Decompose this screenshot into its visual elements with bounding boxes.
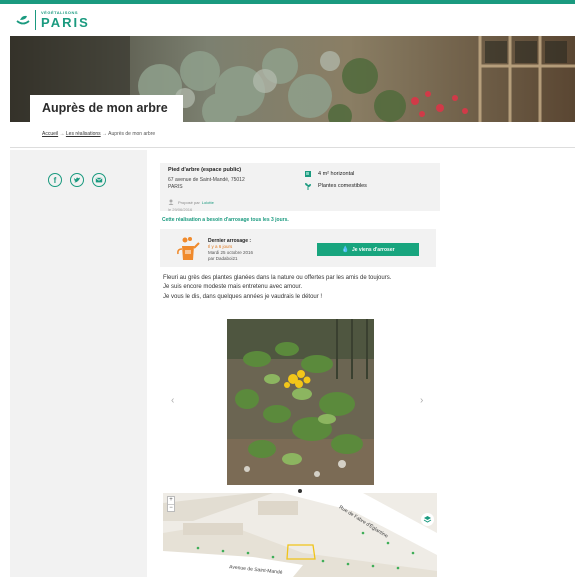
map-zoom-out-button[interactable]: − bbox=[168, 504, 174, 511]
last-watering-info: Dernier arrosage : Il y a 6 jours Mardi … bbox=[208, 238, 253, 261]
svg-text:f: f bbox=[54, 176, 57, 184]
realisation-address: 67 avenue de Saint-Mandé, 75012 PARIS bbox=[168, 177, 298, 190]
email-share-button[interactable] bbox=[92, 173, 106, 187]
site-header: VÉGÉTALISONS PARIS bbox=[0, 4, 575, 36]
user-icon bbox=[168, 199, 174, 205]
breadcrumb-separator: → bbox=[102, 131, 108, 137]
last-watering-by: par Dadaboi21 bbox=[208, 255, 238, 261]
carousel-prev-button[interactable]: ‹ bbox=[171, 395, 174, 406]
map-zoom-in-button[interactable]: + bbox=[168, 497, 174, 504]
proposed-by-user-link[interactable]: Lolotte bbox=[202, 200, 214, 205]
logo-separator bbox=[35, 10, 36, 30]
address-line-2: PARIS bbox=[168, 183, 183, 190]
map-zoom-control: + − bbox=[167, 496, 175, 512]
left-sidebar bbox=[10, 150, 147, 577]
proposed-by-label: Proposé par bbox=[178, 199, 200, 205]
breadcrumb-home-link[interactable]: Accueil bbox=[42, 131, 58, 137]
carousel-next-button[interactable]: › bbox=[420, 395, 423, 406]
logo-line2: PARIS bbox=[41, 15, 90, 30]
map-layers-button[interactable] bbox=[421, 513, 434, 526]
facebook-icon: f bbox=[54, 176, 57, 184]
surface-feature: 4 m² horizontal bbox=[304, 168, 367, 180]
realisation-photo bbox=[227, 319, 374, 485]
last-watering-date: Mardi 25 octobre 2016 bbox=[208, 249, 254, 255]
proposed-date: le 29/06/2016 bbox=[168, 207, 193, 212]
description-paragraph: Fleuri au grès des plantes glanées dans … bbox=[163, 275, 392, 281]
realisation-info-card: Pied d'arbre (espace public) 67 avenue d… bbox=[160, 163, 440, 212]
facebook-share-button[interactable]: f bbox=[48, 173, 62, 187]
breadcrumb-separator: → bbox=[59, 131, 65, 137]
site-logo[interactable]: VÉGÉTALISONS PARIS bbox=[16, 10, 90, 30]
realisation-description: Fleuri au grès des plantes glanées dans … bbox=[163, 274, 437, 302]
plant-feature: Plantes comestibles bbox=[304, 180, 367, 192]
watering-frequency-note: Cette réalisation a besoin d'arrosage to… bbox=[162, 217, 289, 223]
layers-icon bbox=[423, 516, 432, 523]
mail-icon bbox=[95, 177, 103, 183]
location-map[interactable]: + − Rue de Fabre d'Églantine Avenue de S… bbox=[163, 493, 437, 577]
plant-label: Plantes comestibles bbox=[318, 183, 367, 189]
plant-icon bbox=[305, 183, 311, 190]
twitter-share-button[interactable] bbox=[70, 173, 84, 187]
page-title-box: Auprès de mon arbre bbox=[30, 95, 183, 122]
realisation-type: Pied d'arbre (espace public) bbox=[168, 167, 242, 173]
breadcrumb-current: Auprès de mon arbre bbox=[108, 131, 156, 137]
breadcrumb: Accueil → Les réalisations → Auprès de m… bbox=[42, 131, 155, 137]
i-watered-button[interactable]: 💧 Je viens d'arroser bbox=[317, 243, 419, 256]
share-buttons: f bbox=[48, 173, 106, 187]
description-paragraph: Je vous le dis, dans quelques années je … bbox=[163, 293, 323, 300]
water-drop-icon: 💧 bbox=[341, 247, 349, 253]
page-title: Auprès de mon arbre bbox=[42, 101, 168, 115]
i-watered-button-label: Je viens d'arroser bbox=[351, 246, 395, 253]
watering-can-icon bbox=[177, 237, 200, 260]
twitter-icon bbox=[74, 177, 80, 183]
description-paragraph: Je suis encore modeste mais entretenu av… bbox=[163, 284, 303, 291]
section-divider bbox=[10, 147, 575, 148]
proposed-by: Proposé par Lolotte bbox=[168, 199, 214, 205]
breadcrumb-section-link[interactable]: Les réalisations bbox=[66, 131, 101, 137]
surface-label: 4 m² horizontal bbox=[318, 171, 355, 177]
logo-leaf-icon bbox=[16, 15, 30, 25]
surface-icon bbox=[305, 171, 311, 177]
watering-card: Dernier arrosage : Il y a 6 jours Mardi … bbox=[160, 229, 436, 267]
